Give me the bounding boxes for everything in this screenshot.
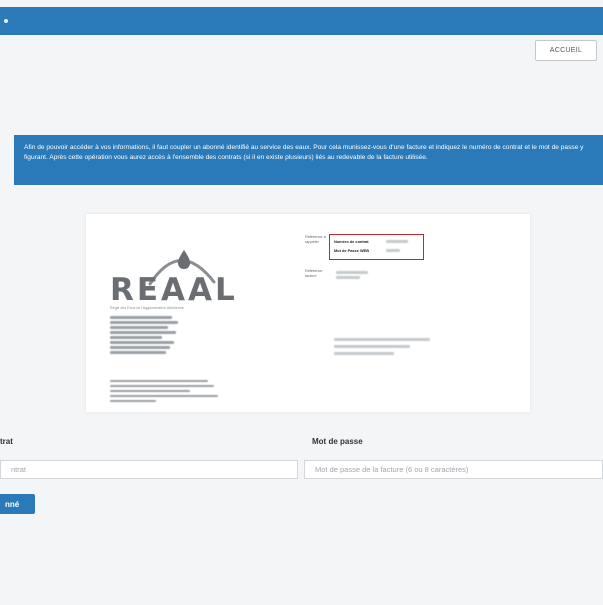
blurred-address-line <box>110 341 174 344</box>
contract-credentials-highlight: Numéro de contrat Mot de Passe WEB <box>329 234 424 260</box>
contract-number-input[interactable] <box>0 460 298 479</box>
password-input[interactable] <box>304 460 603 479</box>
blurred-address-line <box>110 321 178 324</box>
blurred-footer-line <box>110 380 208 382</box>
logo-subtitle: Régie des Eaux de l'Agglomération Arlési… <box>110 306 184 310</box>
invoice-example-image: REAAL Régie des Eaux de l'Agglomération … <box>86 214 530 412</box>
blurred-footer-line <box>110 390 190 392</box>
info-banner: Afin de pouvoir accéder à vos informatio… <box>14 135 603 185</box>
reaal-logo: REAAL Régie des Eaux de l'Agglomération … <box>110 236 250 310</box>
blurred-footer-line <box>110 400 156 402</box>
blurred-address-line <box>110 336 162 339</box>
blurred-recipient-line <box>334 352 394 355</box>
blurred-password <box>386 249 400 252</box>
blurred-address-line <box>110 326 168 329</box>
logo-wordmark: REAAL <box>110 272 238 308</box>
blurred-recipient-line <box>334 338 430 341</box>
blurred-address-line <box>110 316 172 319</box>
web-password-label: Mot de Passe WEB <box>334 248 370 253</box>
blurred-address-line <box>110 331 176 334</box>
blurred-address-line <box>110 351 166 354</box>
blurred-invoice-ref <box>336 271 368 274</box>
submit-button[interactable]: nné <box>0 494 35 514</box>
blurred-invoice-date <box>336 276 360 279</box>
invoice-reference-label: Référence facture <box>305 269 323 278</box>
accueil-button[interactable]: ACCUEIL <box>535 40 597 61</box>
blurred-address-line <box>110 346 170 349</box>
contract-field-label: trat <box>0 437 13 446</box>
blurred-contract-number <box>386 240 408 243</box>
blurred-recipient-line <box>334 345 410 348</box>
password-field-label: Mot de passe <box>312 437 363 446</box>
contract-number-label: Numéro de contrat <box>334 239 369 244</box>
blurred-footer-line <box>110 385 214 387</box>
top-navigation-bar <box>0 7 603 35</box>
menu-icon[interactable] <box>4 19 8 23</box>
info-banner-text: Afin de pouvoir accéder à vos informatio… <box>24 144 584 161</box>
reference-label: Référence à rappeler <box>305 235 326 244</box>
blurred-footer-line <box>110 395 218 397</box>
